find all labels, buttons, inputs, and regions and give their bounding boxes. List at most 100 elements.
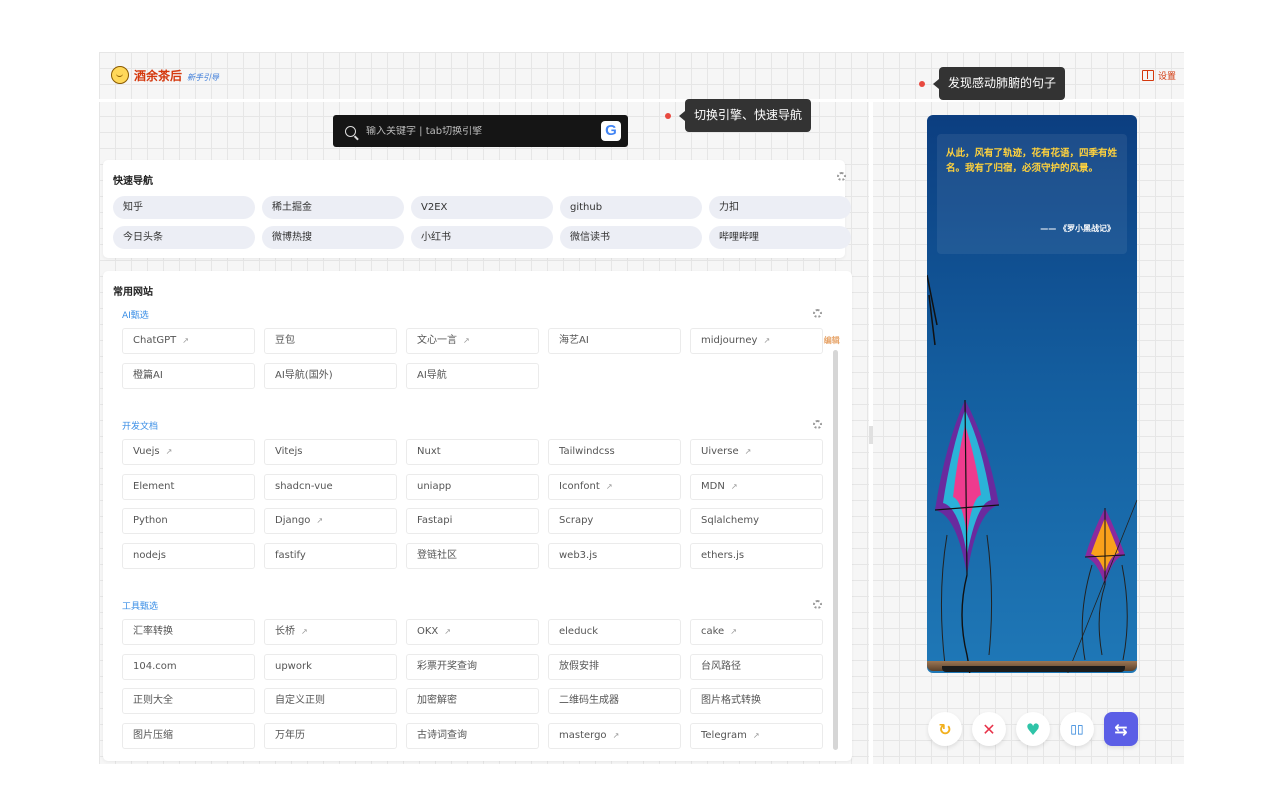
quick-nav-title: 快速导航: [113, 176, 153, 187]
site-link[interactable]: Vitejs: [264, 439, 397, 465]
site-label: 图片格式转换: [701, 695, 761, 706]
logo-icon: [111, 66, 129, 84]
site-label: mastergo: [559, 729, 607, 741]
site-label: 橙篇AI: [133, 369, 163, 381]
site-link[interactable]: 汇率转换: [122, 619, 255, 645]
site-link[interactable]: 台风路径: [690, 653, 823, 680]
external-link-icon: ↗: [301, 627, 308, 636]
site-link[interactable]: 长桥 ↗: [264, 619, 397, 645]
site-link[interactable]: AI导航: [406, 362, 539, 389]
site-link[interactable]: 加密解密: [406, 688, 539, 714]
site-link[interactable]: Tailwindcss: [548, 439, 681, 465]
site-link[interactable]: 古诗词查询: [406, 722, 539, 749]
site-link[interactable]: 万年历: [264, 722, 397, 749]
refresh-button[interactable]: ↻: [928, 712, 962, 746]
site-link[interactable]: 海艺AI: [548, 328, 681, 354]
site-label: Vitejs: [275, 446, 303, 457]
gear-icon[interactable]: [813, 600, 822, 609]
site-link[interactable]: 放假安排: [548, 653, 681, 680]
site-link[interactable]: 图片压缩: [122, 722, 255, 749]
logo[interactable]: 酒余茶后 新手引导: [111, 66, 219, 84]
engine-tooltip: 切换引擎、快速导航: [665, 99, 812, 132]
site-label: AI导航: [417, 369, 447, 381]
guide-link[interactable]: 新手引导: [187, 72, 219, 83]
site-link[interactable]: 正则大全: [122, 688, 255, 714]
site-link[interactable]: MDN ↗: [690, 473, 823, 500]
site-label: Vuejs: [133, 446, 160, 457]
site-link[interactable]: web3.js: [548, 542, 681, 569]
site-link[interactable]: 彩票开奖查询: [406, 653, 539, 680]
site-link[interactable]: Sqlalchemy: [690, 508, 823, 534]
site-link[interactable]: fastify: [264, 542, 397, 569]
site-label: 自定义正则: [275, 695, 325, 706]
site-label: 海艺AI: [559, 335, 589, 346]
external-link-icon: ↗: [752, 730, 760, 740]
quick-nav-item[interactable]: V2EX: [411, 196, 553, 219]
quick-nav-item[interactable]: 小红书: [411, 226, 553, 249]
site-link[interactable]: nodejs: [122, 542, 255, 569]
site-label: 二维码生成器: [559, 695, 619, 706]
search-input[interactable]: [366, 125, 601, 137]
search-bar[interactable]: G: [333, 115, 628, 147]
external-link-icon: ↗: [730, 627, 737, 636]
site-label: eleduck: [559, 626, 599, 637]
site-link[interactable]: Element: [122, 473, 255, 500]
site-label: ethers.js: [701, 549, 745, 561]
quick-nav-item[interactable]: 力扣: [709, 196, 851, 219]
settings-label: 设置: [1157, 72, 1176, 82]
like-button[interactable]: ♥: [1016, 712, 1050, 746]
site-link[interactable]: Uiverse ↗: [690, 439, 823, 465]
switch-button[interactable]: ⇆: [1104, 712, 1138, 746]
site-link[interactable]: Vuejs ↗: [122, 439, 255, 465]
quick-nav-item[interactable]: github: [560, 196, 702, 219]
site-link[interactable]: midjourney ↗: [690, 328, 823, 354]
site-link[interactable]: shadcn-vue: [264, 473, 397, 500]
gear-icon[interactable]: [837, 172, 846, 181]
resize-handle[interactable]: [869, 426, 873, 444]
site-link[interactable]: 文心一言 ↗: [406, 328, 539, 354]
site-link[interactable]: AI导航(国外): [264, 362, 397, 389]
site-link[interactable]: 橙篇AI: [122, 362, 255, 389]
site-label: OKX: [417, 626, 439, 637]
reader-button[interactable]: ▯▯: [1060, 712, 1094, 746]
site-link[interactable]: Python: [122, 508, 255, 534]
quick-nav-item[interactable]: 微博热搜: [262, 226, 404, 249]
site-link[interactable]: Fastapi: [406, 508, 539, 534]
site-label: upwork: [275, 660, 312, 672]
site-link[interactable]: ChatGPT ↗: [122, 328, 255, 354]
quick-nav-item[interactable]: 微信读书: [560, 226, 702, 249]
site-link[interactable]: 登链社区: [406, 542, 539, 569]
dislike-button[interactable]: ✕: [972, 712, 1006, 746]
site-link[interactable]: OKX ↗: [406, 619, 539, 645]
site-label: uniapp: [417, 480, 452, 492]
quick-nav-item[interactable]: 知乎: [113, 196, 255, 219]
site-link[interactable]: 104.com: [122, 653, 255, 680]
gear-icon[interactable]: [813, 309, 822, 318]
site-link[interactable]: Scrapy: [548, 508, 681, 534]
site-link[interactable]: Nuxt: [406, 439, 539, 465]
gear-icon[interactable]: [813, 420, 822, 429]
quick-nav-item[interactable]: 哔哩哔哩: [709, 226, 851, 249]
kite-large: [934, 399, 1000, 673]
site-link[interactable]: 豆包: [264, 328, 397, 354]
common-sites-title: 常用网站: [113, 287, 153, 298]
site-link[interactable]: mastergo ↗: [548, 722, 681, 749]
scrollbar[interactable]: [833, 350, 838, 750]
site-link[interactable]: Django ↗: [264, 508, 397, 534]
settings-button[interactable]: 设置: [1141, 69, 1176, 82]
quick-nav-item[interactable]: 今日头条: [113, 226, 255, 249]
quick-nav-item[interactable]: 稀土掘金: [262, 196, 404, 219]
site-link[interactable]: ethers.js: [690, 542, 823, 569]
site-link[interactable]: 图片格式转换: [690, 688, 823, 714]
site-link[interactable]: Telegram ↗: [690, 722, 823, 749]
site-link[interactable]: upwork: [264, 653, 397, 680]
site-link[interactable]: Iconfont ↗: [548, 473, 681, 500]
site-link[interactable]: 自定义正则: [264, 688, 397, 714]
site-link[interactable]: uniapp: [406, 473, 539, 500]
site-link[interactable]: cake ↗: [690, 619, 823, 645]
site-label: AI导航(国外): [275, 369, 333, 381]
google-icon[interactable]: G: [601, 121, 621, 141]
site-link[interactable]: 二维码生成器: [548, 688, 681, 714]
site-label: 古诗词查询: [417, 729, 467, 741]
site-link[interactable]: eleduck: [548, 619, 681, 645]
